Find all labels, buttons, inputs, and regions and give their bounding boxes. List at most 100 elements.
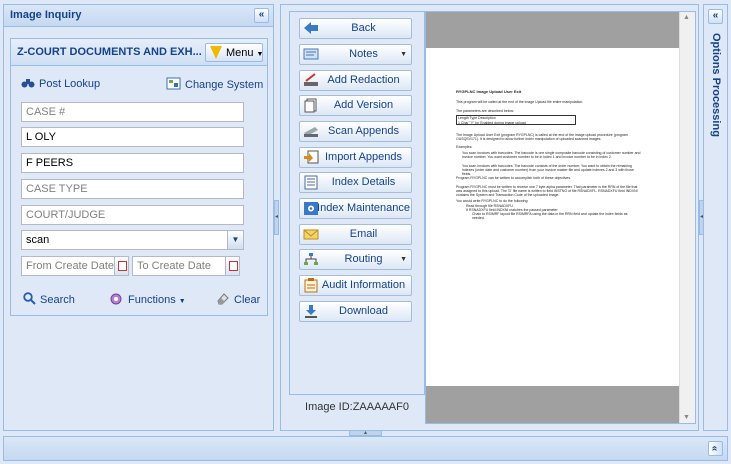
index-details-button[interactable]: Index Details: [299, 172, 412, 193]
import-appends-button[interactable]: Import Appends: [299, 147, 412, 168]
case-number-input[interactable]: CASE #: [21, 102, 244, 122]
document-viewer[interactable]: RYGPLNC Image Upload User Exit This prog…: [425, 11, 696, 424]
image-inquiry-header: Image Inquiry: [4, 5, 273, 27]
post-lookup-button[interactable]: Post Lookup: [21, 77, 100, 90]
audit-information-button[interactable]: Audit Information: [299, 275, 412, 296]
court-title: Z-COURT DOCUMENTS AND EXH...: [17, 46, 202, 58]
routing-button[interactable]: Routing ▼: [299, 249, 412, 270]
binoculars-icon: [21, 79, 35, 88]
scanner-icon: [303, 124, 319, 139]
left-splitter-handle[interactable]: ◂: [274, 200, 279, 235]
redaction-icon: [303, 73, 319, 88]
change-system-button[interactable]: Change System: [166, 77, 263, 91]
calendar-icon[interactable]: [225, 256, 240, 276]
doc-paragraph: You would write RYGPLNC to do the follow…: [456, 199, 529, 203]
version-icon: [303, 98, 319, 113]
scroll-down-icon[interactable]: ▼: [683, 414, 690, 421]
from-create-date-field[interactable]: From Create Date: [21, 256, 129, 276]
options-processing-title: Options Processing: [710, 33, 722, 137]
functions-button[interactable]: Functions ▼: [109, 292, 186, 306]
index-details-icon: [303, 175, 319, 190]
doc-params-label: The parameters are described below:: [456, 109, 514, 113]
routing-icon: [303, 252, 319, 267]
viewer-background: RYGPLNC Image Upload User Exit This prog…: [426, 12, 679, 423]
scan-appends-label: Scan Appends: [328, 125, 399, 137]
back-button[interactable]: Back: [299, 18, 412, 39]
clear-button[interactable]: Clear: [216, 292, 260, 306]
last-name-input[interactable]: L OLY: [21, 127, 244, 147]
notes-label: Notes: [349, 48, 378, 60]
expand-options-panel-button[interactable]: «: [708, 9, 723, 24]
add-redaction-button[interactable]: Add Redaction: [299, 70, 412, 91]
email-button[interactable]: Email: [299, 224, 412, 245]
options-processing-panel[interactable]: « Options Processing: [703, 4, 728, 431]
action-button-column: Back Notes ▼ Add Redaction Add Version Scan A…: [289, 11, 425, 395]
to-create-date-field[interactable]: To Create Date: [132, 256, 240, 276]
envelope-icon: [303, 227, 319, 242]
doc-paragraph: The Image Upload User Exit (program RYGP…: [456, 133, 628, 141]
search-label: Search: [40, 294, 75, 306]
download-button[interactable]: Download: [299, 301, 412, 322]
chevron-down-icon[interactable]: ▼: [227, 230, 244, 250]
index-details-label: Index Details: [331, 176, 396, 188]
from-create-date-placeholder: From Create Date: [26, 260, 115, 272]
index-maintenance-button[interactable]: Index Maintenance: [299, 198, 412, 219]
double-chevron-left-icon: «: [712, 10, 719, 21]
search-button[interactable]: Search: [23, 292, 75, 306]
add-version-label: Add Version: [333, 99, 394, 111]
functions-label: Functions: [128, 294, 176, 306]
bottom-panel-header: [4, 437, 727, 460]
add-version-button[interactable]: Add Version: [299, 95, 412, 116]
import-icon: [303, 150, 319, 165]
chevron-down-icon: ▼: [400, 51, 407, 58]
doc-step: Chain to RSIMRF layout file RSIMRFA usin…: [472, 212, 628, 220]
collapse-left-panel-button[interactable]: «: [254, 8, 269, 23]
search-form: Z-COURT DOCUMENTS AND EXH... Menu ▼ Post …: [10, 38, 268, 316]
menu-label: Menu: [226, 47, 254, 59]
menu-button[interactable]: Menu ▼: [205, 43, 263, 62]
document-page: RYGPLNC Image Upload User Exit This prog…: [426, 48, 679, 386]
image-inquiry-title: Image Inquiry: [10, 9, 82, 21]
add-redaction-label: Add Redaction: [327, 74, 400, 86]
clear-label: Clear: [234, 294, 261, 306]
download-icon: [303, 304, 319, 319]
doc-bullet: You scan invoices with barcodes. The bar…: [462, 164, 634, 176]
change-system-label: Change System: [185, 79, 264, 91]
scan-appends-button[interactable]: Scan Appends: [299, 121, 412, 142]
image-inquiry-panel: Image Inquiry « Z-COURT DOCUMENTS AND EX…: [3, 4, 274, 431]
document-type-select[interactable]: scan ▼: [21, 230, 244, 250]
chevron-down-icon: ▼: [256, 51, 264, 58]
funnel-icon: [210, 46, 222, 59]
double-chevron-up-icon: »: [709, 445, 720, 452]
post-lookup-label: Post Lookup: [39, 78, 101, 90]
back-arrow-icon: [303, 21, 319, 36]
scroll-up-icon[interactable]: ▲: [683, 14, 690, 21]
doc-heading: RYGPLNC Image Upload User Exit: [456, 89, 522, 94]
functions-icon: [110, 293, 122, 305]
doc-paragraph: Program RYGPLNC can be written to accomp…: [456, 176, 572, 180]
expand-bottom-panel-button[interactable]: »: [708, 441, 723, 456]
court-judge-input[interactable]: COURT/JUDGE: [21, 205, 244, 225]
import-appends-label: Import Appends: [324, 151, 403, 163]
change-system-icon: [166, 77, 181, 90]
back-label: Back: [351, 22, 376, 34]
email-label: Email: [349, 228, 378, 240]
routing-label: Routing: [344, 253, 383, 265]
calendar-icon[interactable]: [114, 256, 129, 276]
download-label: Download: [339, 305, 388, 317]
doc-table-row: Length Type Description: [458, 116, 496, 120]
doc-bullet: You scan invoices with barcodes. The bar…: [462, 151, 641, 159]
audit-icon: [303, 278, 319, 293]
index-maintenance-icon: [303, 201, 319, 216]
court-title-bar: Z-COURT DOCUMENTS AND EXH... Menu ▼: [11, 39, 267, 66]
doc-table-row: 1 Char "Y" for Enabled during image uplo…: [458, 121, 526, 125]
doc-intro: This program will be called at the end o…: [456, 100, 584, 104]
notes-button[interactable]: Notes ▼: [299, 44, 412, 65]
eraser-icon: [217, 293, 229, 305]
to-create-date-placeholder: To Create Date: [137, 260, 211, 272]
case-type-input[interactable]: CASE TYPE: [21, 179, 244, 199]
image-id-label: Image ID:ZAAAAAF0: [305, 401, 409, 413]
first-name-input[interactable]: F PEERS: [21, 153, 244, 173]
viewer-vertical-scrollbar[interactable]: ▲ ▼: [679, 12, 695, 423]
audit-information-label: Audit Information: [321, 279, 406, 291]
